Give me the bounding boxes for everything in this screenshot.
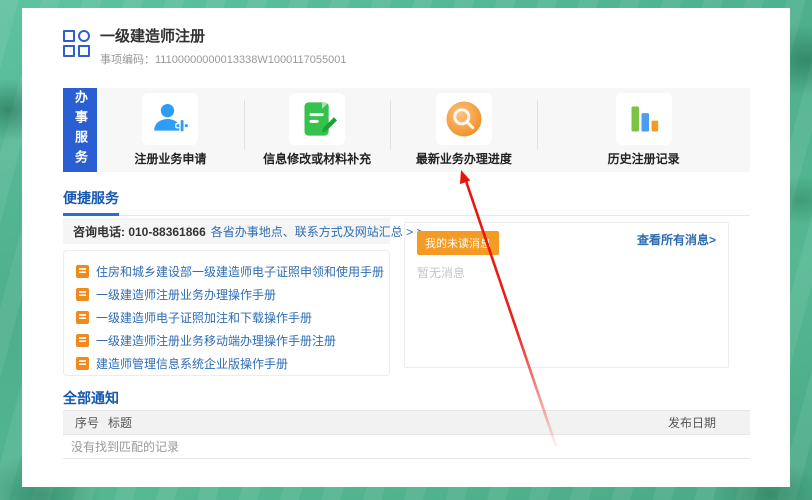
logo-square-3 [78, 45, 90, 57]
messages-empty-text: 暂无消息 [417, 266, 466, 280]
logo-circle [78, 30, 90, 42]
unread-messages-panel: 我的未读消息 查看所有消息> 暂无消息 [404, 222, 729, 368]
action-register-apply[interactable]: 注册业务申请 [97, 88, 244, 172]
bar-chart-icon [615, 93, 672, 145]
col-seq: 序号 [75, 416, 100, 430]
col-date: 发布日期 [668, 416, 717, 430]
manual-link[interactable]: 一级建造师电子证照加注和下载操作手册 [96, 309, 312, 326]
content-panel: 一级建造师注册 事项编码：11100000000013338W100011705… [22, 8, 790, 487]
item-code-label: 事项编码： [100, 54, 155, 66]
book-icon [76, 357, 89, 370]
consult-phone: 咨询电话: 010-88361866 [73, 224, 206, 239]
manual-link[interactable]: 一级建造师注册业务移动端办理操作手册注册 [96, 332, 336, 349]
notices-table: 序号 标题 发布日期 没有找到匹配的记录 [63, 410, 750, 459]
table-empty-row: 没有找到匹配的记录 [63, 435, 750, 459]
list-item: 建造师管理信息系统企业版操作手册 [76, 352, 389, 375]
document-edit-icon [289, 93, 346, 145]
quick-actions: 注册业务申请 信息修改或材料补充 最新业务办理进度 历史注册记录 [97, 88, 750, 172]
book-icon [76, 288, 89, 301]
logo-square-1 [63, 30, 75, 42]
tab-service-hall-label: 办事服务 [73, 90, 88, 170]
manual-link[interactable]: 住房和城乡建设部一级建造师电子证照申领和使用手册 [96, 263, 384, 280]
divider [390, 100, 392, 150]
section-rule [63, 215, 750, 216]
quick-action-strip: 办事服务 注册业务申请 信息修改或材料补充 最新业务办理进度 历史注册记录 [63, 88, 750, 172]
action-latest-progress[interactable]: 最新业务办理进度 [390, 88, 537, 172]
action-history-records[interactable]: 历史注册记录 [537, 88, 750, 172]
logo-square-2 [63, 45, 75, 57]
book-icon [76, 334, 89, 347]
user-plus-icon [142, 93, 199, 145]
action-label: 最新业务办理进度 [415, 152, 512, 166]
page-title: 一级建造师注册 [100, 28, 206, 45]
list-item: 一级建造师注册业务办理操作手册 [76, 283, 389, 306]
action-label: 历史注册记录 [607, 152, 680, 166]
action-label: 注册业务申请 [134, 152, 207, 166]
list-item: 一级建造师电子证照加注和下载操作手册 [76, 306, 389, 329]
col-title: 标题 [108, 416, 133, 430]
table-header-row: 序号 标题 发布日期 [63, 410, 750, 435]
view-all-messages-link[interactable]: 查看所有消息> [637, 231, 716, 248]
book-icon [76, 265, 89, 278]
section-quick-services: 便捷服务 [63, 188, 750, 216]
manual-link[interactable]: 一级建造师注册业务办理操作手册 [96, 286, 276, 303]
divider [243, 100, 245, 150]
tab-service-hall[interactable]: 办事服务 [63, 88, 97, 172]
action-label: 信息修改或材料补充 [263, 152, 372, 166]
magnifier-icon [435, 93, 492, 145]
app-header: 一级建造师注册 事项编码：11100000000013338W100011705… [63, 28, 346, 67]
manual-links-box: 住房和城乡建设部一级建造师电子证照申领和使用手册 一级建造师注册业务办理操作手册… [63, 250, 390, 376]
manual-link[interactable]: 建造师管理信息系统企业版操作手册 [96, 355, 288, 372]
divider [537, 100, 539, 150]
tab-unread-messages[interactable]: 我的未读消息 [417, 231, 499, 255]
action-info-modify[interactable]: 信息修改或材料补充 [243, 88, 391, 172]
consult-phone-bar: 咨询电话: 010-88361866 各省办事地点、联系方式及网站汇总 > > [63, 218, 423, 244]
list-item: 一级建造师注册业务移动端办理操作手册注册 [76, 329, 389, 352]
app-logo-icon [63, 30, 90, 57]
list-item: 住房和城乡建设部一级建造师电子证照申领和使用手册 [76, 260, 389, 283]
item-code: 事项编码：11100000000013338W1000117055001 [100, 51, 346, 67]
item-code-value: 11100000000013338W1000117055001 [155, 54, 347, 66]
offices-link[interactable]: 各省办事地点、联系方式及网站汇总 > > [211, 223, 424, 240]
book-icon [76, 311, 89, 324]
section-title: 便捷服务 [63, 188, 119, 216]
